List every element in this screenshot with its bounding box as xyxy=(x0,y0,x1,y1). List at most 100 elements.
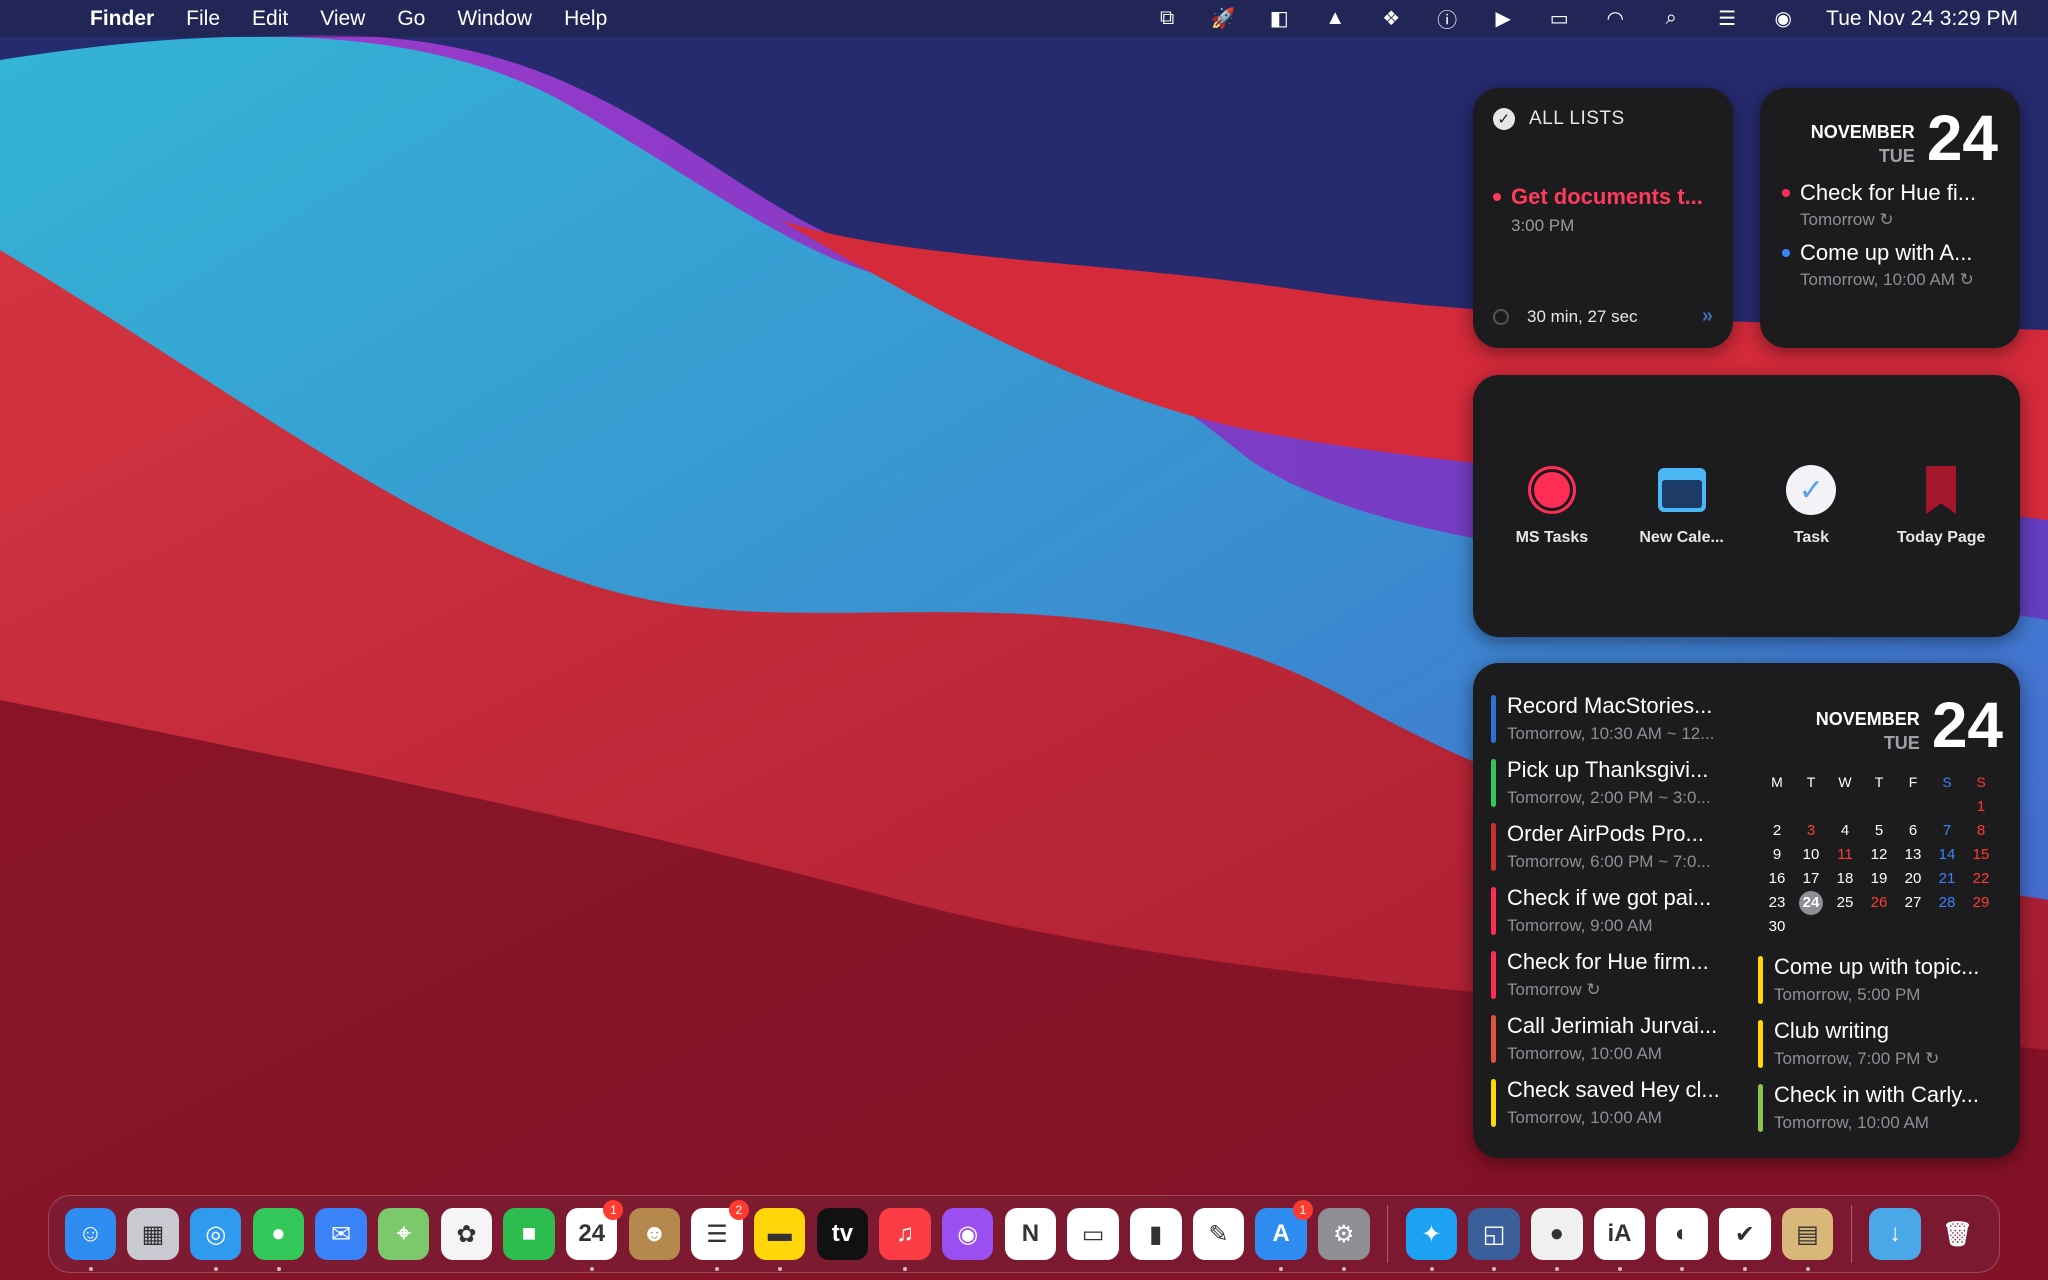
calendar-event[interactable]: Check in with Carly... Tomorrow, 10:00 AM xyxy=(1758,1082,2003,1133)
chevron-double-right-icon[interactable]: » xyxy=(1702,305,1713,328)
system-preferences-icon[interactable]: ⚙ xyxy=(1318,1208,1370,1271)
calendar-app-icon[interactable]: 24 1 xyxy=(565,1200,624,1271)
day-cell[interactable]: 6 xyxy=(1896,821,1930,840)
day-cell[interactable]: 18 xyxy=(1828,869,1862,888)
music-icon[interactable]: ♫ xyxy=(879,1208,931,1271)
dropbox-icon[interactable]: ❖ xyxy=(1378,8,1404,30)
photos-icon[interactable]: ✿ xyxy=(440,1208,493,1260)
battery-icon[interactable]: ▭ xyxy=(1546,8,1572,30)
maps-icon[interactable]: ⌖ xyxy=(377,1208,430,1260)
day-cell[interactable]: 17 xyxy=(1794,869,1828,888)
safari-icon[interactable]: ◎ xyxy=(189,1208,242,1271)
today-marker[interactable]: 24 xyxy=(1799,891,1823,915)
calendar-event[interactable]: Record MacStories... Tomorrow, 10:30 AM ~… xyxy=(1491,693,1746,744)
appstore-icon[interactable]: A1 xyxy=(1255,1200,1313,1271)
day-cell[interactable]: 29 xyxy=(1964,893,1998,912)
siri-icon[interactable]: ◉ xyxy=(1770,8,1796,30)
toggle-icon[interactable]: ◧ xyxy=(1266,8,1292,30)
menu-window[interactable]: Window xyxy=(457,7,532,31)
downloads-folder-icon[interactable]: ↓ xyxy=(1869,1208,1921,1260)
wifi-icon[interactable]: ◠ xyxy=(1602,8,1628,30)
calendar-event[interactable]: Check for Hue firm... Tomorrow ↻ xyxy=(1491,949,1746,1000)
day-cell[interactable]: 14 xyxy=(1930,845,1964,864)
day-cell[interactable]: 4 xyxy=(1828,821,1862,840)
day-cell[interactable]: 24 xyxy=(1794,891,1828,915)
search-icon[interactable]: ⌕ xyxy=(1658,7,1684,30)
news-icon[interactable]: N xyxy=(1004,1208,1057,1260)
day-cell[interactable]: 23 xyxy=(1760,893,1794,912)
menu-app-name[interactable]: Finder xyxy=(90,7,154,31)
menu-view[interactable]: View xyxy=(320,7,365,31)
onepassword-icon[interactable]: ⓘ xyxy=(1434,8,1460,32)
day-cell[interactable]: 1 xyxy=(1964,797,1998,816)
calendar-event[interactable]: Pick up Thanksgivi... Tomorrow, 2:00 PM ~… xyxy=(1491,757,1746,808)
menu-go[interactable]: Go xyxy=(397,7,425,31)
rocket-icon[interactable]: 🚀 xyxy=(1210,8,1236,30)
mail-icon[interactable]: ✉ xyxy=(315,1208,367,1260)
day-cell[interactable]: 12 xyxy=(1862,845,1896,864)
day-cell[interactable]: 9 xyxy=(1760,845,1794,864)
day-cell[interactable]: 30 xyxy=(1760,917,1794,936)
day-cell[interactable]: 8 xyxy=(1964,821,1998,840)
day-cell[interactable]: 3 xyxy=(1794,821,1828,840)
day-cell[interactable]: 16 xyxy=(1760,869,1794,888)
lists-widget[interactable]: ✓ ALL LISTS Get documents t... 3:00 PM 3… xyxy=(1473,88,1733,348)
day-cell[interactable]: 7 xyxy=(1930,821,1964,840)
menu-file[interactable]: File xyxy=(186,7,220,31)
things-icon[interactable]: ✔ xyxy=(1719,1208,1771,1271)
day-cell[interactable]: 5 xyxy=(1862,821,1896,840)
play-icon[interactable]: ▶ xyxy=(1490,8,1516,30)
calendar-event[interactable]: Club writing Tomorrow, 7:00 PM ↻ xyxy=(1758,1018,2003,1069)
day-cell[interactable]: 22 xyxy=(1964,869,1998,888)
mailplane-icon[interactable]: ▤ xyxy=(1781,1208,1834,1271)
facetime-icon[interactable]: ■ xyxy=(503,1208,555,1260)
day-cell[interactable]: 20 xyxy=(1896,869,1930,888)
screens-icon[interactable]: ◱ xyxy=(1468,1208,1520,1271)
craft-icon[interactable]: ◐ xyxy=(1656,1208,1708,1271)
calendar-event[interactable]: Check for Hue fi... Tomorrow ↻ xyxy=(1782,180,1998,230)
day-cell[interactable]: 25 xyxy=(1828,893,1862,912)
day-cell[interactable]: 21 xyxy=(1930,869,1964,888)
day-cell[interactable]: 2 xyxy=(1760,821,1794,840)
hat-icon[interactable]: ▲ xyxy=(1322,7,1348,30)
calendar-small-widget[interactable]: NOVEMBER TUE 24 Check for Hue fi... Tomor… xyxy=(1760,88,2020,348)
messages-icon[interactable]: ● xyxy=(252,1208,305,1271)
shortcut-ms-tasks[interactable]: MS Tasks xyxy=(1487,465,1617,547)
day-cell[interactable]: 13 xyxy=(1896,845,1930,864)
github-icon[interactable]: ● xyxy=(1531,1208,1583,1271)
calendar-event[interactable]: Check saved Hey cl... Tomorrow, 10:00 AM xyxy=(1491,1077,1746,1128)
day-cell[interactable]: 10 xyxy=(1794,845,1828,864)
day-cell[interactable]: 15 xyxy=(1964,845,1998,864)
menu-edit[interactable]: Edit xyxy=(252,7,288,31)
menu-clock[interactable]: Tue Nov 24 3:29 PM xyxy=(1826,7,2018,31)
keynote-icon[interactable]: ▭ xyxy=(1067,1208,1119,1260)
day-cell[interactable]: 26 xyxy=(1862,893,1896,912)
calendar-event[interactable]: Come up with topic... Tomorrow, 5:00 PM xyxy=(1758,954,2003,1005)
control-center-icon[interactable]: ☰ xyxy=(1714,8,1740,30)
menu-help[interactable]: Help xyxy=(564,7,607,31)
calendar-event[interactable]: Check if we got pai... Tomorrow, 9:00 AM xyxy=(1491,885,1746,936)
day-cell[interactable]: 28 xyxy=(1930,893,1964,912)
shortcut-today-page[interactable]: Today Page xyxy=(1876,465,2006,547)
twitter-icon[interactable]: ✦ xyxy=(1405,1208,1458,1271)
appletv-icon[interactable]: tv xyxy=(816,1208,869,1260)
trash-icon[interactable]: 🗑 xyxy=(1932,1208,1983,1260)
day-cell[interactable]: 11 xyxy=(1828,845,1862,864)
list-task[interactable]: Get documents t... xyxy=(1493,184,1713,210)
numbers-icon[interactable]: ▮ xyxy=(1130,1208,1182,1260)
reminders-icon[interactable]: ☰ 2 xyxy=(691,1200,749,1271)
notes-icon[interactable]: ▬ xyxy=(753,1208,806,1271)
pages-icon[interactable]: ✎ xyxy=(1192,1208,1245,1260)
finder-icon[interactable]: ☺ xyxy=(64,1208,117,1271)
calendar-event[interactable]: Come up with A... Tomorrow, 10:00 AM ↻ xyxy=(1782,240,1998,290)
launchpad-icon[interactable]: ▦ xyxy=(127,1208,179,1260)
calendar-large-widget[interactable]: Record MacStories... Tomorrow, 10:30 AM ~… xyxy=(1473,663,2020,1158)
calendar-event[interactable]: Order AirPods Pro... Tomorrow, 6:00 PM ~ … xyxy=(1491,821,1746,872)
ia-writer-icon[interactable]: iA xyxy=(1593,1208,1646,1271)
screen-share-icon[interactable]: ⧉ xyxy=(1154,7,1180,30)
shortcut-new-calendar[interactable]: New Cale... xyxy=(1617,465,1747,547)
contacts-icon[interactable]: ☻ xyxy=(628,1208,681,1260)
podcasts-icon[interactable]: ◉ xyxy=(942,1208,994,1260)
shortcut-task[interactable]: ✓ Task xyxy=(1747,465,1877,547)
day-cell[interactable]: 27 xyxy=(1896,893,1930,912)
